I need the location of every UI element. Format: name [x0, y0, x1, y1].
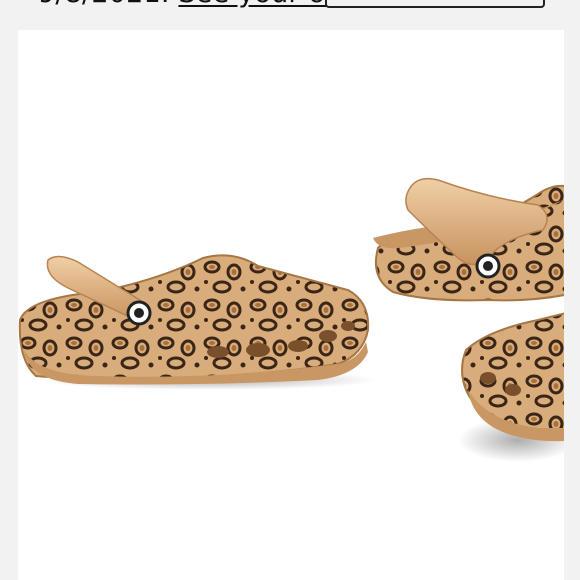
right-bottom-clog — [461, 312, 564, 442]
notice-banner: 9/8/2021. See your o... — [0, 0, 580, 30]
product-image[interactable] — [18, 30, 564, 580]
right-top-clog — [373, 177, 564, 302]
notice-date: 9/8/2021. — [38, 0, 170, 9]
notice-action-button[interactable] — [325, 0, 545, 8]
notice-text: 9/8/2021. See your o... — [38, 0, 351, 9]
clogs-illustration — [18, 177, 564, 462]
left-clog — [18, 254, 370, 385]
